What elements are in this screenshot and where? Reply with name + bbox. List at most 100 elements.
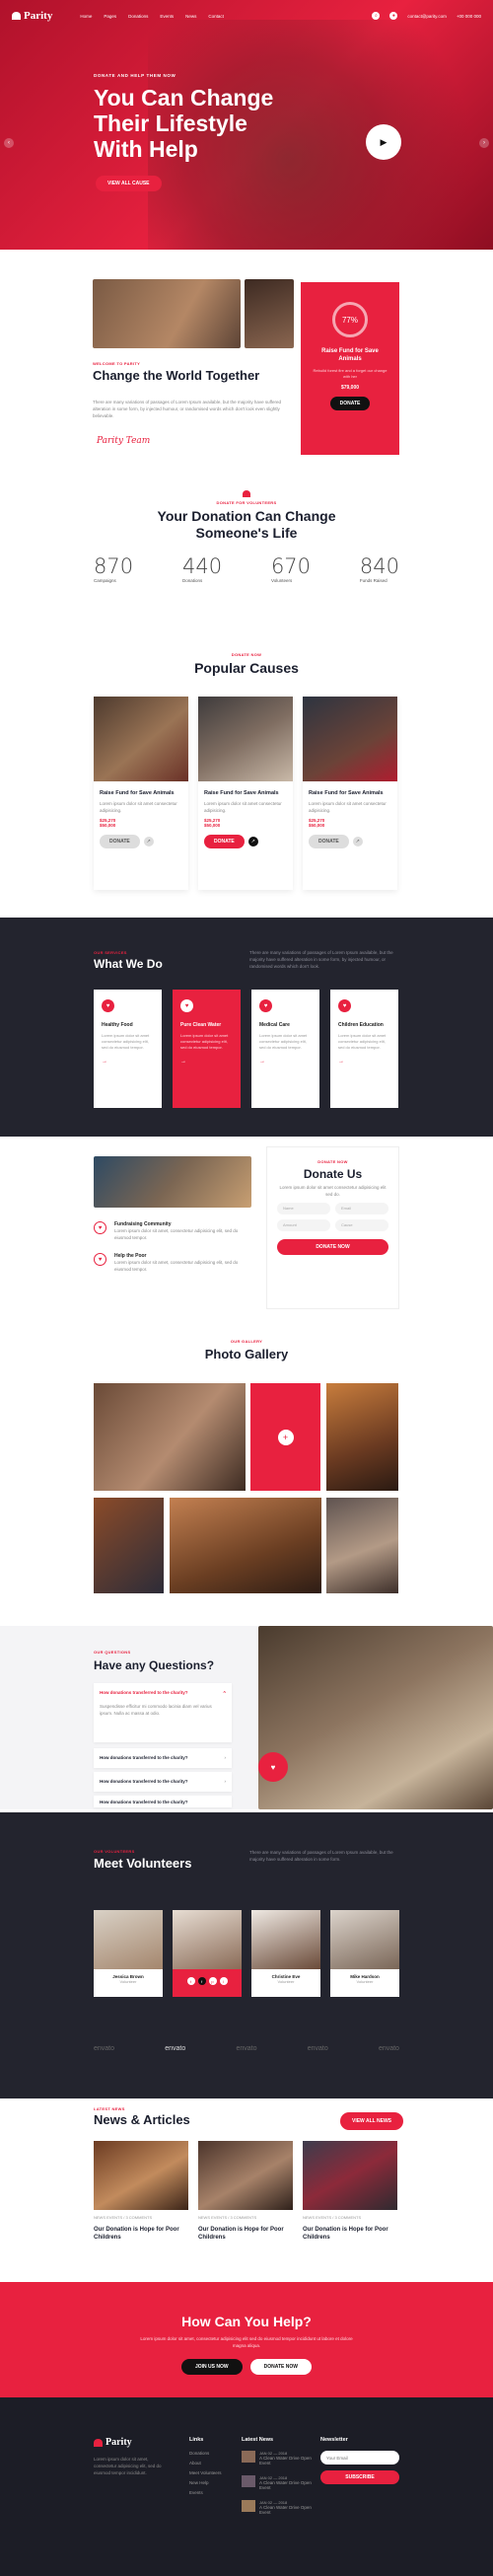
- amount-field[interactable]: Amount: [277, 1219, 330, 1231]
- fund-donate-button[interactable]: DONATE: [329, 397, 371, 410]
- footer-news-link[interactable]: A Clean Water Drive Open Event: [259, 2505, 316, 2515]
- service-text: Lorem ipsum dolor sit amet consectetur a…: [259, 1033, 308, 1050]
- gallery-image[interactable]: [94, 1498, 164, 1593]
- volunteer-card[interactable]: Christine Eve Volunteer: [251, 1910, 320, 1997]
- footer-links-title: Links: [189, 2437, 204, 2443]
- news-thumb[interactable]: [242, 2500, 255, 2512]
- arrow-right-icon[interactable]: →: [338, 1059, 390, 1065]
- view-all-news-button[interactable]: VIEW ALL NEWS: [340, 2112, 403, 2130]
- cta-donate-button[interactable]: DONATE NOW: [249, 2359, 312, 2375]
- faq-item[interactable]: How donations transferred to the charity…: [94, 1796, 232, 1807]
- nav-item-pages[interactable]: Pages: [104, 14, 116, 19]
- header-email[interactable]: contact@parity.com: [407, 14, 447, 19]
- news-thumb[interactable]: [242, 2475, 255, 2487]
- plus-icon[interactable]: +: [277, 1429, 294, 1445]
- footer-link[interactable]: Meet Volunteers: [189, 2470, 222, 2475]
- stats-header: DONATE FOR VOLUNTEERS Your Donation Can …: [0, 490, 493, 542]
- nav-item-donations[interactable]: Donations: [128, 14, 148, 19]
- header-actions: ⌕ ● contact@parity.com +00 000 000: [372, 12, 481, 20]
- volunteer-role: Volunteer: [356, 1979, 374, 1984]
- facebook-icon[interactable]: f: [197, 1977, 206, 1985]
- gallery-image[interactable]: [170, 1498, 321, 1593]
- cause-title[interactable]: Raise Fund for Save Animals: [204, 789, 287, 797]
- cause-title[interactable]: Raise Fund for Save Animals: [100, 789, 182, 797]
- news-thumb[interactable]: [242, 2451, 255, 2463]
- heart-badge-icon: ♥: [258, 1752, 288, 1782]
- play-icon[interactable]: ▶: [366, 124, 401, 160]
- cause-image: [303, 697, 397, 781]
- cause-donate-button[interactable]: DONATE: [204, 835, 245, 848]
- nav-item-contact[interactable]: Contact: [208, 14, 224, 19]
- faq-item[interactable]: How donations transferred to the charity…: [94, 1772, 232, 1792]
- news-headline[interactable]: Our Donation is Hope for Poor Childrens: [94, 2226, 188, 2242]
- service-card[interactable]: ♥ Children Education Lorem ipsum dolor s…: [330, 990, 398, 1108]
- gallery-image[interactable]: [326, 1383, 398, 1491]
- newsletter-email-input[interactable]: [320, 2451, 399, 2465]
- gallery-image[interactable]: [326, 1498, 398, 1593]
- footer-news-title: Latest News: [242, 2437, 274, 2443]
- cause-select[interactable]: Cause: [335, 1219, 388, 1231]
- gallery-image[interactable]: [94, 1383, 246, 1491]
- cause-title[interactable]: Raise Fund for Save Animals: [309, 789, 391, 797]
- join-us-button[interactable]: JOIN US NOW: [181, 2359, 243, 2375]
- service-card[interactable]: ♥ Pure Clean Water Lorem ipsum dolor sit…: [173, 990, 241, 1108]
- header-phone[interactable]: +00 000 000: [457, 14, 481, 19]
- stat-volunteers: 670 Volunteers: [271, 554, 311, 583]
- instagram-icon[interactable]: i: [219, 1977, 228, 1985]
- cart-icon[interactable]: ●: [389, 12, 398, 20]
- share-icon[interactable]: ↗: [352, 837, 363, 846]
- footer-news-link[interactable]: A Clean Water Drive Open Event: [259, 2480, 316, 2490]
- causes-header: DONATE NOW Popular Causes: [0, 652, 493, 676]
- faq-title: Have any Questions?: [94, 1658, 215, 1672]
- cause-card: Raise Fund for Save Animals Lorem ipsum …: [303, 697, 397, 890]
- view-causes-button[interactable]: VIEW ALL CAUSE: [96, 176, 162, 191]
- share-icon[interactable]: ↗: [143, 837, 154, 846]
- volunteer-card[interactable]: Jessica Brown Volunteer: [94, 1910, 163, 1997]
- share-icon[interactable]: ↗: [247, 837, 258, 846]
- gallery-image-active[interactable]: +: [250, 1383, 320, 1491]
- cta-text: Lorem ipsum dolor sit amet, consectetur …: [140, 2336, 353, 2348]
- faq-item[interactable]: How donations transferred to the charity…: [94, 1748, 232, 1768]
- volunteer-card[interactable]: Mike Hardson Volunteer: [330, 1910, 399, 1997]
- arrow-right-icon[interactable]: →: [180, 1059, 233, 1065]
- logo[interactable]: Parity: [12, 10, 52, 22]
- volunteer-card-active[interactable]: t f p i: [173, 1910, 242, 1997]
- footer-logo[interactable]: Parity: [94, 2437, 173, 2448]
- footer-link[interactable]: New Help: [189, 2480, 222, 2485]
- footer-link[interactable]: About: [189, 2461, 222, 2466]
- twitter-icon[interactable]: t: [186, 1977, 195, 1985]
- arrow-right-icon[interactable]: →: [259, 1059, 312, 1065]
- nav-item-events[interactable]: Events: [160, 14, 174, 19]
- arrow-right-icon[interactable]: →: [102, 1059, 154, 1065]
- news-headline[interactable]: Our Donation is Hope for Poor Childrens: [303, 2226, 397, 2242]
- service-card[interactable]: ♥ Medical Care Lorem ipsum dolor sit ame…: [251, 990, 319, 1108]
- stat-label: Volunteers: [270, 578, 293, 583]
- slider-next-icon[interactable]: ›: [479, 138, 489, 148]
- service-text: Lorem ipsum dolor sit amet consectetur a…: [102, 1033, 150, 1050]
- search-icon[interactable]: ⌕: [372, 12, 381, 20]
- subscribe-button[interactable]: SUBSCRIBE: [320, 2470, 399, 2484]
- news-image[interactable]: [94, 2141, 188, 2210]
- footer: Parity Lorem ipsum dolor sit amet, conse…: [0, 2397, 493, 2576]
- pinterest-icon[interactable]: p: [208, 1977, 217, 1985]
- email-field[interactable]: Email: [335, 1203, 388, 1214]
- name-field[interactable]: Name: [277, 1203, 330, 1214]
- news-image[interactable]: [198, 2141, 293, 2210]
- news-image[interactable]: [303, 2141, 397, 2210]
- nav-item-news[interactable]: News: [185, 14, 196, 19]
- donate-now-button[interactable]: DONATE NOW: [277, 1239, 388, 1255]
- footer-news-link[interactable]: A Clean Water Drive Open Event: [259, 2456, 316, 2466]
- cause-donate-button[interactable]: DONATE: [100, 835, 140, 848]
- service-card[interactable]: ♥ Healthy Food Lorem ipsum dolor sit ame…: [94, 990, 162, 1108]
- footer-link[interactable]: Events: [189, 2490, 222, 2495]
- cause-donate-button[interactable]: DONATE: [309, 835, 349, 848]
- faq-question: How donations transferred to the charity…: [100, 1779, 188, 1784]
- volunteers-kicker: OUR VOLUNTEERS: [94, 1849, 135, 1854]
- wwd-text: There are many variations of passages of…: [249, 950, 393, 969]
- nav-item-home[interactable]: Home: [80, 14, 92, 19]
- faq-item-open[interactable]: How donations transferred to the charity…: [94, 1683, 232, 1742]
- footer-link[interactable]: Donations: [189, 2451, 222, 2456]
- volunteer-photo: [251, 1910, 320, 1969]
- news-headline[interactable]: Our Donation is Hope for Poor Childrens: [198, 2226, 293, 2242]
- slider-prev-icon[interactable]: ‹: [4, 138, 14, 148]
